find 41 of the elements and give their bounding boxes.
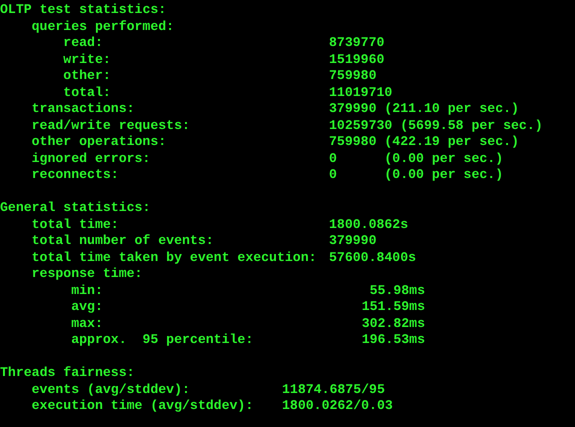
stat-label: reconnects: [32, 167, 119, 182]
stat-label: transactions: [32, 101, 135, 116]
stat-label: read/write requests: [32, 118, 190, 132]
section-heading: OLTP test statistics: [0, 2, 166, 18]
stat-label: avg: [71, 299, 103, 314]
stat-label: execution time (avg/stddev): [32, 398, 254, 413]
stat-value: 379990 (211.10 per sec.) [329, 101, 519, 118]
stat-label: write: [63, 52, 111, 66]
stat-value: 11019710 [329, 84, 392, 101]
stat-label: events (avg/stddev): [32, 382, 190, 396]
stat-value: 379990 [329, 233, 376, 250]
stat-label: other operations: [32, 134, 166, 149]
stat-label: other: [63, 68, 111, 83]
stat-value: 57600.8400s [329, 250, 416, 266]
stat-value: 11874.6875/95 [282, 382, 385, 398]
stat-label: response time: [32, 266, 142, 281]
stat-label: queries performed: [32, 18, 174, 34]
stat-value: 759980 [329, 68, 376, 84]
stat-label: min: [71, 282, 103, 298]
stat-label: total time: [32, 216, 119, 232]
stat-label: approx. 95 percentile: [71, 332, 254, 347]
stat-label: total time taken by event execution: [32, 250, 317, 264]
stat-label: total number of events: [32, 233, 214, 248]
stat-value: 1519960 [329, 52, 384, 68]
stat-value: 10259730 (5699.58 per sec.) [329, 118, 543, 134]
stat-value: 1800.0262/0.03 [282, 398, 393, 414]
stat-value: 302.82ms [360, 316, 425, 332]
stat-value: 151.59ms [360, 299, 425, 316]
stat-label: read: [63, 35, 103, 50]
stat-label: max: [71, 316, 103, 330]
stat-value: 0 (0.00 per sec.) [329, 167, 504, 184]
stat-label: ignored errors: [32, 150, 150, 166]
stat-value: 55.98ms [368, 282, 425, 299]
stat-value: 759980 (422.19 per sec.) [329, 134, 519, 150]
stat-value: 0 (0.00 per sec.) [329, 150, 504, 167]
stat-value: 1800.0862s [329, 216, 408, 233]
section-heading: Threads fairness: [0, 365, 135, 382]
stat-label: total: [63, 84, 111, 100]
stat-value: 8739770 [329, 35, 384, 52]
section-heading: General statistics: [0, 200, 150, 216]
stat-value: 196.53ms [360, 332, 425, 348]
